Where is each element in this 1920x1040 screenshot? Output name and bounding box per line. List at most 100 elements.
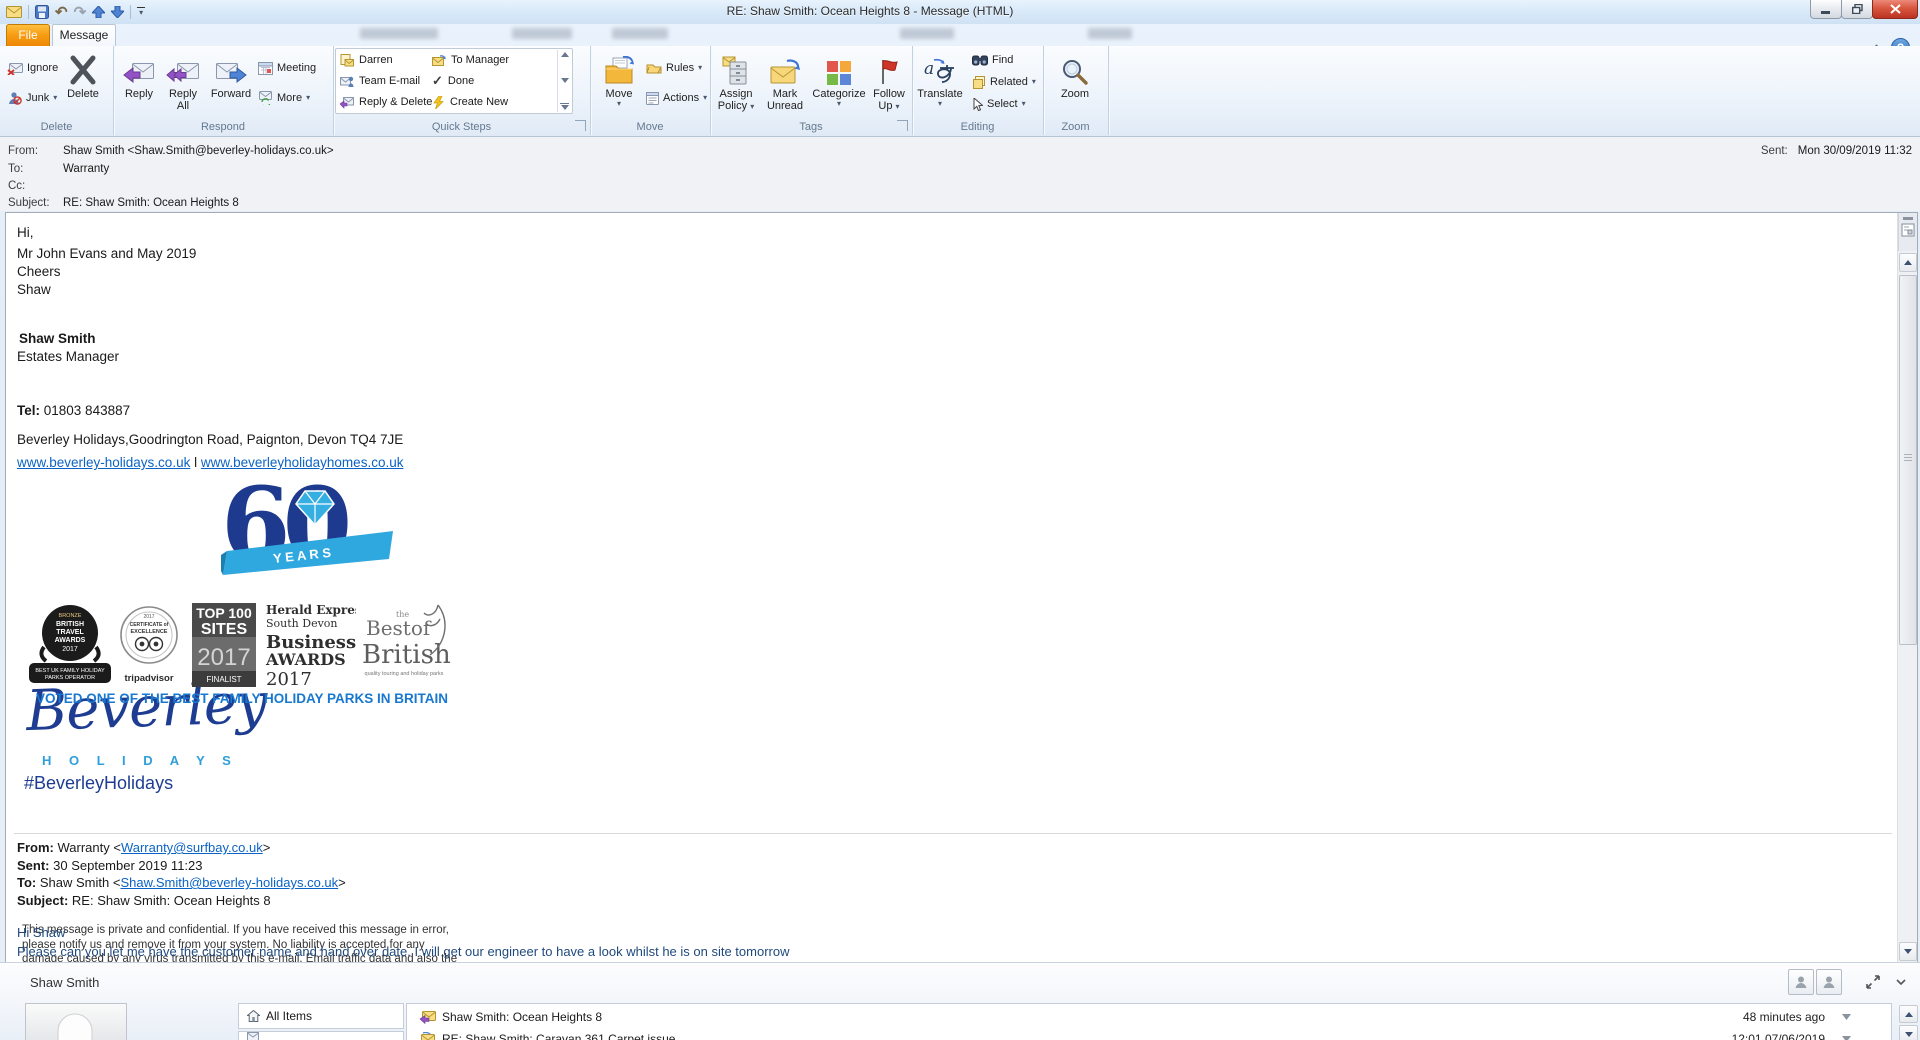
blurred-artifact xyxy=(900,28,954,39)
quick-step-darren[interactable]: Darren xyxy=(340,50,393,70)
tab-all-items[interactable]: All Items xyxy=(238,1003,404,1029)
tab-message[interactable]: Message xyxy=(52,24,116,48)
body-scrollbar[interactable] xyxy=(1897,213,1917,963)
more-respond-button[interactable]: More ▾ xyxy=(256,88,312,108)
body-line: Shaw xyxy=(17,282,51,297)
related-button[interactable]: Related ▾ xyxy=(970,72,1038,92)
svg-text:AWARDS: AWARDS xyxy=(55,637,86,644)
tags-dialog-launcher[interactable] xyxy=(897,120,908,131)
translate-button[interactable]: a Translate ▾ xyxy=(914,48,966,108)
scrollbar-thumb[interactable] xyxy=(1899,275,1917,645)
quick-steps-scroll-up-icon[interactable] xyxy=(560,52,569,57)
quoted-from-email-link[interactable]: Warranty@surfbay.co.uk xyxy=(121,840,263,855)
quick-step-to-manager[interactable]: To Manager xyxy=(432,50,509,70)
svg-text:2017: 2017 xyxy=(197,644,250,671)
signature-role: Estates Manager xyxy=(17,349,120,364)
window-title: RE: Shaw Smith: Ocean Heights 8 - Messag… xyxy=(726,4,1014,18)
svg-text:British: British xyxy=(362,640,451,670)
scroll-up-button[interactable] xyxy=(1899,253,1917,272)
reply-all-button[interactable]: Reply All xyxy=(161,48,205,112)
quick-steps-dialog-launcher[interactable] xyxy=(575,120,586,131)
people-scroll-down-button[interactable] xyxy=(1899,1025,1918,1040)
list-item[interactable]: RE: Shaw Smith: Caravan 361 Carpet issue… xyxy=(407,1028,1891,1040)
rules-button[interactable]: Rules ▾ xyxy=(644,58,704,78)
quick-step-team-icon xyxy=(340,75,354,88)
expand-people-pane-icon[interactable] xyxy=(1866,975,1880,989)
person-icon xyxy=(1823,976,1835,988)
more-respond-icon xyxy=(258,91,273,105)
people-pane-contact-name: Shaw Smith xyxy=(30,975,100,990)
group-label-tags: Tags xyxy=(799,121,823,133)
svg-text:a: a xyxy=(924,59,934,79)
sent-value: Mon 30/09/2019 11:32 xyxy=(1797,145,1912,157)
contact-photo-button-2[interactable] xyxy=(1816,969,1842,995)
reading-pane-icon[interactable] xyxy=(1901,223,1915,237)
quick-steps-scrollbar[interactable] xyxy=(557,50,571,112)
people-list-scrollbar[interactable] xyxy=(1899,1005,1918,1040)
minimize-button[interactable] xyxy=(1810,0,1842,19)
signature-links: www.beverley-holidays.co.uk l www.beverl… xyxy=(17,455,404,470)
people-scroll-up-button[interactable] xyxy=(1899,1005,1918,1023)
ignore-button[interactable]: Ignore xyxy=(5,58,60,78)
scroll-down-button[interactable] xyxy=(1899,942,1917,961)
ribbon: Ignore Junk ▾ Delete Delete Reply Reply … xyxy=(0,46,1920,137)
actions-button[interactable]: Actions ▾ xyxy=(644,88,709,108)
website-link-2[interactable]: www.beverleyholidayhomes.co.uk xyxy=(201,455,404,470)
british-travel-awards-badge: BRONZE BRITISH TRAVEL AWARDS 2017 BEST U… xyxy=(29,605,111,683)
reply-button[interactable]: Reply xyxy=(117,48,161,100)
meeting-button[interactable]: Meeting xyxy=(256,58,318,78)
restore-button[interactable] xyxy=(1841,0,1873,19)
item-dropdown-icon[interactable] xyxy=(1842,1035,1851,1040)
junk-button[interactable]: Junk ▾ xyxy=(5,88,59,108)
binoculars-icon xyxy=(972,54,988,66)
select-button[interactable]: Select ▾ xyxy=(970,94,1028,114)
zoom-button[interactable]: Zoom xyxy=(1049,48,1101,100)
categorize-button[interactable]: Categorize ▾ xyxy=(810,48,868,108)
sent-line: Sent: Mon 30/09/2019 11:32 xyxy=(1761,145,1912,157)
quick-steps-overflow-icon[interactable] xyxy=(560,103,569,110)
list-item-time: 48 minutes ago xyxy=(1742,1009,1825,1024)
svg-text:EXCELLENCE: EXCELLENCE xyxy=(131,629,168,635)
svg-text:CERTIFICATE of: CERTIFICATE of xyxy=(130,622,169,628)
mark-unread-button[interactable]: Mark Unread xyxy=(762,48,808,112)
tab-file[interactable]: File xyxy=(6,24,50,47)
ignore-icon xyxy=(7,62,23,75)
find-button[interactable]: Find xyxy=(970,50,1015,70)
header-collapse-control[interactable] xyxy=(1898,213,1917,251)
quick-step-team-email[interactable]: Team E-mail xyxy=(340,71,420,91)
tab-mail-partial[interactable] xyxy=(238,1031,404,1040)
quick-step-done[interactable]: ✓ Done xyxy=(432,71,474,91)
close-button[interactable] xyxy=(1872,0,1918,19)
list-item-time: 12:01 07/06/2019 xyxy=(1731,1031,1825,1040)
delete-button[interactable]: Delete xyxy=(58,48,108,100)
follow-up-button[interactable]: Follow Up ▾ xyxy=(868,48,910,112)
body-line: Cheers xyxy=(17,264,61,279)
related-documents-icon xyxy=(972,75,986,89)
quoted-from-line: From: Warranty <Warranty@surfbay.co.uk> xyxy=(17,840,271,855)
quoted-body-line: Hi Shaw xyxy=(17,925,66,940)
svg-text:TRAVEL: TRAVEL xyxy=(56,629,84,636)
people-pane-collapse-chevron-icon[interactable] xyxy=(1896,979,1906,985)
svg-text:PARKS OPERATOR: PARKS OPERATOR xyxy=(45,675,95,681)
best-of-british-badge: the Bestof British quality touring and h… xyxy=(362,604,451,677)
from-value: Shaw Smith <Shaw.Smith@beverley-holidays… xyxy=(63,145,334,157)
signature-name: Shaw Smith xyxy=(19,331,96,346)
quick-step-create-new[interactable]: Create New xyxy=(432,92,508,112)
to-label: To: xyxy=(8,163,24,175)
item-dropdown-icon[interactable] xyxy=(1842,1013,1851,1020)
to-value: Warranty xyxy=(63,163,110,175)
quoted-sent-line: Sent: 30 September 2019 11:23 xyxy=(17,858,203,873)
assign-policy-button[interactable]: Assign Policy ▾ xyxy=(712,48,760,112)
list-item[interactable]: Shaw Smith: Ocean Heights 8 48 minutes a… xyxy=(407,1006,1891,1027)
quoted-divider xyxy=(14,833,1892,834)
move-button[interactable]: Move ▾ xyxy=(596,48,642,108)
quick-steps-scroll-down-icon[interactable] xyxy=(560,77,569,83)
quoted-to-email-link[interactable]: Shaw.Smith@beverley-holidays.co.uk xyxy=(120,875,338,890)
meeting-icon xyxy=(258,61,273,75)
quick-step-done-icon: ✓ xyxy=(432,73,443,88)
quick-step-reply-delete[interactable]: Reply & Delete xyxy=(340,92,432,112)
collapse-dash-icon[interactable] xyxy=(1903,217,1913,220)
forward-button[interactable]: Forward xyxy=(207,48,255,100)
website-link-1[interactable]: www.beverley-holidays.co.uk xyxy=(17,455,190,470)
contact-photo-button[interactable] xyxy=(1788,969,1814,995)
